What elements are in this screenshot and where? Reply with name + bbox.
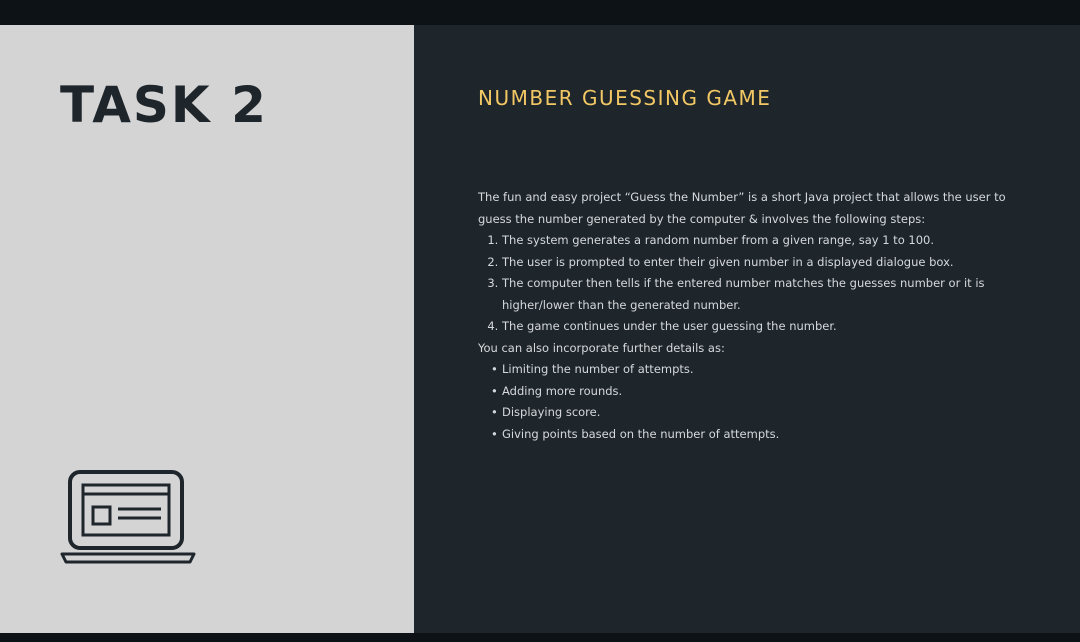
list-item: The game continues under the user guessi…	[502, 316, 1038, 338]
task-title: TASK 2	[60, 76, 268, 134]
list-item: Adding more rounds.	[491, 381, 1038, 403]
description: The fun and easy project “Guess the Numb…	[478, 187, 1038, 445]
further-intro-text: You can also incorporate further details…	[478, 340, 725, 355]
list-item: Displaying score.	[491, 402, 1038, 424]
laptop-icon	[60, 470, 196, 564]
list-item: Limiting the number of attempts.	[491, 359, 1038, 381]
list-item: The system generates a random number fro…	[502, 230, 1038, 252]
list-item: The user is prompted to enter their give…	[502, 252, 1038, 274]
right-panel: NUMBER GUESSING GAME The fun and easy pr…	[414, 25, 1080, 633]
slide: TASK 2 NUMBER GUESSING GAME The fun and …	[0, 0, 1080, 642]
further-list: Limiting the number of attempts. Adding …	[478, 359, 1038, 445]
intro-text: The fun and easy project “Guess the Numb…	[478, 190, 1006, 226]
list-item: Giving points based on the number of att…	[491, 424, 1038, 446]
steps-list: The system generates a random number fro…	[478, 230, 1038, 338]
game-title: NUMBER GUESSING GAME	[478, 86, 772, 110]
list-item: The computer then tells if the entered n…	[502, 273, 1038, 316]
left-panel: TASK 2	[0, 25, 414, 633]
